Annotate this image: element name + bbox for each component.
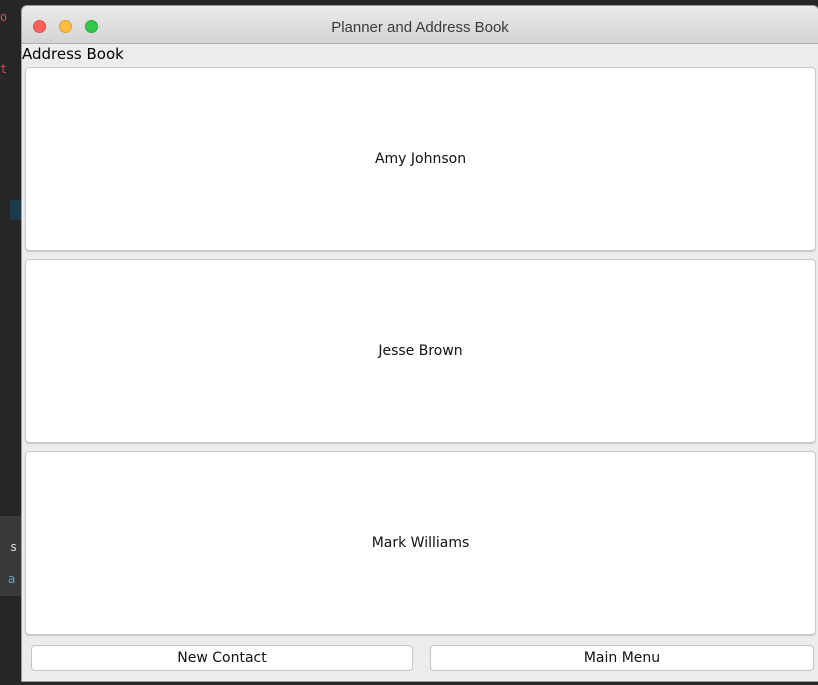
background-editor-fragment: o xyxy=(0,10,8,24)
window-title: Planner and Address Book xyxy=(331,19,509,36)
contact-name: Mark Williams xyxy=(371,535,470,551)
address-book-heading: Address Book xyxy=(22,45,124,63)
background-editor-fragment: a xyxy=(8,572,16,586)
background-editor-fragment: t xyxy=(0,62,8,76)
app-window: Planner and Address Book Address Book Am… xyxy=(22,6,818,681)
new-contact-button[interactable]: New Contact xyxy=(31,645,413,671)
contact-card-amy-johnson[interactable]: Amy Johnson xyxy=(25,67,816,251)
contact-name: Amy Johnson xyxy=(374,151,467,167)
background-editor-fragment: s xyxy=(10,540,18,554)
main-menu-button[interactable]: Main Menu xyxy=(430,645,814,671)
window-titlebar[interactable]: Planner and Address Book xyxy=(22,6,818,44)
contact-card-jesse-brown[interactable]: Jesse Brown xyxy=(25,259,816,443)
contact-name: Jesse Brown xyxy=(378,343,463,359)
contact-card-mark-williams[interactable]: Mark Williams xyxy=(25,451,816,635)
background-editor-highlight xyxy=(10,200,22,220)
